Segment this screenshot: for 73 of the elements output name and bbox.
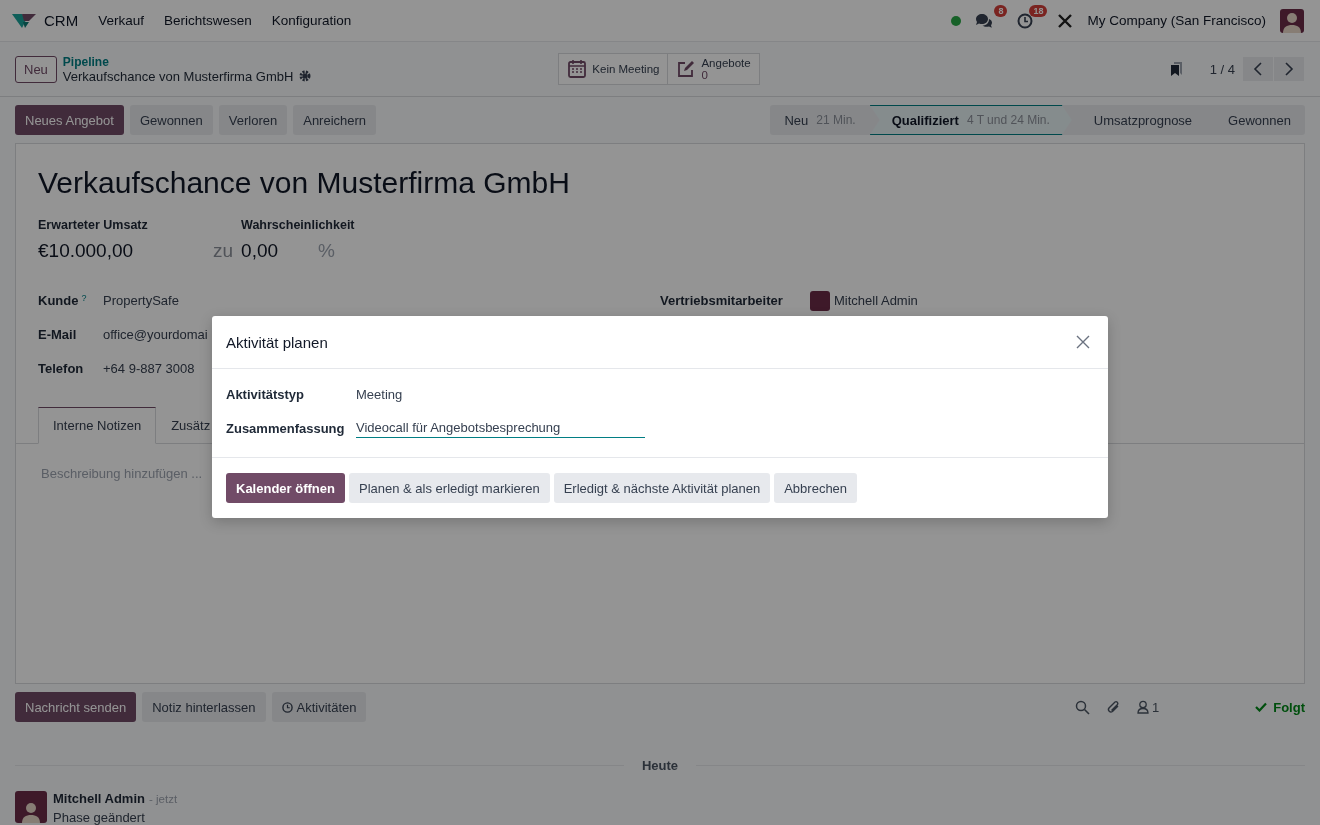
field-value[interactable]: Meeting — [356, 386, 403, 402]
field-label: Vertriebsmitarbeiter — [660, 293, 784, 308]
close-icon — [1076, 335, 1090, 349]
message-author[interactable]: Mitchell Admin — [53, 791, 145, 806]
chatter-button[interactable]: Notiz hinterlassen — [142, 692, 266, 722]
field-label: Telefon — [38, 361, 84, 376]
field-value[interactable]: Mitchell Admin — [834, 293, 918, 308]
tab[interactable]: Interne Notizen — [38, 407, 157, 444]
avatar-icon[interactable] — [1280, 8, 1304, 33]
dialog-title: Aktivität planen — [226, 333, 328, 351]
company-switcher[interactable]: My Company (San Francisco) — [1087, 13, 1266, 28]
person-icon — [1137, 700, 1149, 714]
smart-button[interactable]: Kein Meeting — [558, 53, 669, 85]
record-title: Verkaufschance von Musterfirma GmbH — [38, 166, 571, 200]
field-label: Aktivitätstyp — [226, 386, 306, 402]
action-button[interactable]: Gewonnen — [129, 105, 213, 135]
notification-badge: 8 — [994, 4, 1008, 17]
field-prefix: zu — [213, 240, 234, 262]
probability-value[interactable]: 0,00 — [241, 240, 279, 262]
dialog-button[interactable]: Erledigt & nächste Aktivität planen — [553, 473, 771, 503]
status-dot-icon — [951, 15, 962, 26]
field-label: Wahrscheinlichkeit — [241, 218, 355, 232]
clock-icon — [281, 701, 293, 713]
smart-button[interactable]: Angebote 0 — [667, 53, 760, 85]
chevron-left-icon — [1253, 62, 1263, 76]
dialog-button[interactable]: Abbrechen — [774, 473, 858, 503]
field-label: Erwarteter Umsatz — [38, 218, 149, 232]
pager-value[interactable]: 1 / 4 — [1209, 61, 1235, 77]
logo-icon[interactable] — [12, 12, 36, 29]
menu-item[interactable]: Verkauf — [98, 13, 144, 28]
action-button[interactable]: Verloren — [218, 105, 288, 135]
stage-button[interactable]: Umsatzprognose — [1071, 105, 1207, 135]
notification-badge: 18 — [1029, 4, 1048, 17]
help-tooltip[interactable]: ? — [81, 293, 87, 308]
check-icon — [1255, 702, 1268, 712]
paperclip-icon[interactable] — [1106, 699, 1121, 715]
search-icon[interactable] — [1075, 699, 1090, 715]
dialog-button[interactable]: Planen & als erledigt markieren — [348, 473, 550, 503]
clock-icon[interactable] — [1017, 12, 1034, 29]
avatar-icon — [15, 791, 47, 823]
next-button[interactable] — [1274, 57, 1304, 81]
revenue-value[interactable]: €10.000,00 — [38, 240, 208, 262]
field-value[interactable]: office@yourdomai — [103, 327, 208, 342]
edit-icon — [676, 59, 697, 79]
stage-button[interactable]: Qualifiziert 4 T und 24 Min. — [869, 105, 1072, 135]
chevron-right-icon — [1284, 62, 1294, 76]
chatter-button[interactable]: Aktivitäten — [271, 692, 367, 722]
date-separator: Heute — [641, 758, 679, 773]
action-button[interactable]: Anreichern — [293, 105, 377, 135]
previous-button[interactable] — [1243, 57, 1273, 81]
record-title: Verkaufschance von Musterfirma GmbH — [62, 68, 294, 84]
field-label: E-Mail — [38, 327, 77, 342]
action-button[interactable]: Neues Angebot — [15, 105, 124, 135]
bookmark-icon[interactable] — [1169, 61, 1184, 77]
menu-item[interactable]: Berichtswesen — [163, 13, 252, 28]
new-button[interactable]: Neu — [15, 55, 57, 83]
dialog-button[interactable]: Kalender öffnen — [226, 473, 345, 503]
field-label: Kunde — [38, 293, 79, 308]
chatter-button[interactable]: Nachricht senden — [15, 692, 137, 722]
avatar-icon — [810, 290, 830, 311]
stage-button[interactable]: Gewonnen — [1206, 105, 1305, 135]
message-text: Phase geändert — [53, 810, 146, 825]
menu-item[interactable]: Konfiguration — [271, 13, 352, 28]
chat-icon[interactable] — [975, 12, 994, 29]
field-label: Zusammenfassung — [226, 420, 346, 436]
follow-button[interactable]: Folgt — [1255, 699, 1305, 715]
app-name[interactable]: CRM — [44, 12, 79, 29]
percent-unit: % — [318, 240, 335, 262]
followers-button[interactable]: 1 — [1137, 699, 1160, 715]
calendar-icon — [567, 59, 588, 79]
field-value[interactable]: PropertySafe — [103, 293, 179, 308]
field-value[interactable]: +64 9-887 3008 — [103, 361, 195, 376]
breadcrumb-link[interactable]: Pipeline — [62, 54, 312, 69]
